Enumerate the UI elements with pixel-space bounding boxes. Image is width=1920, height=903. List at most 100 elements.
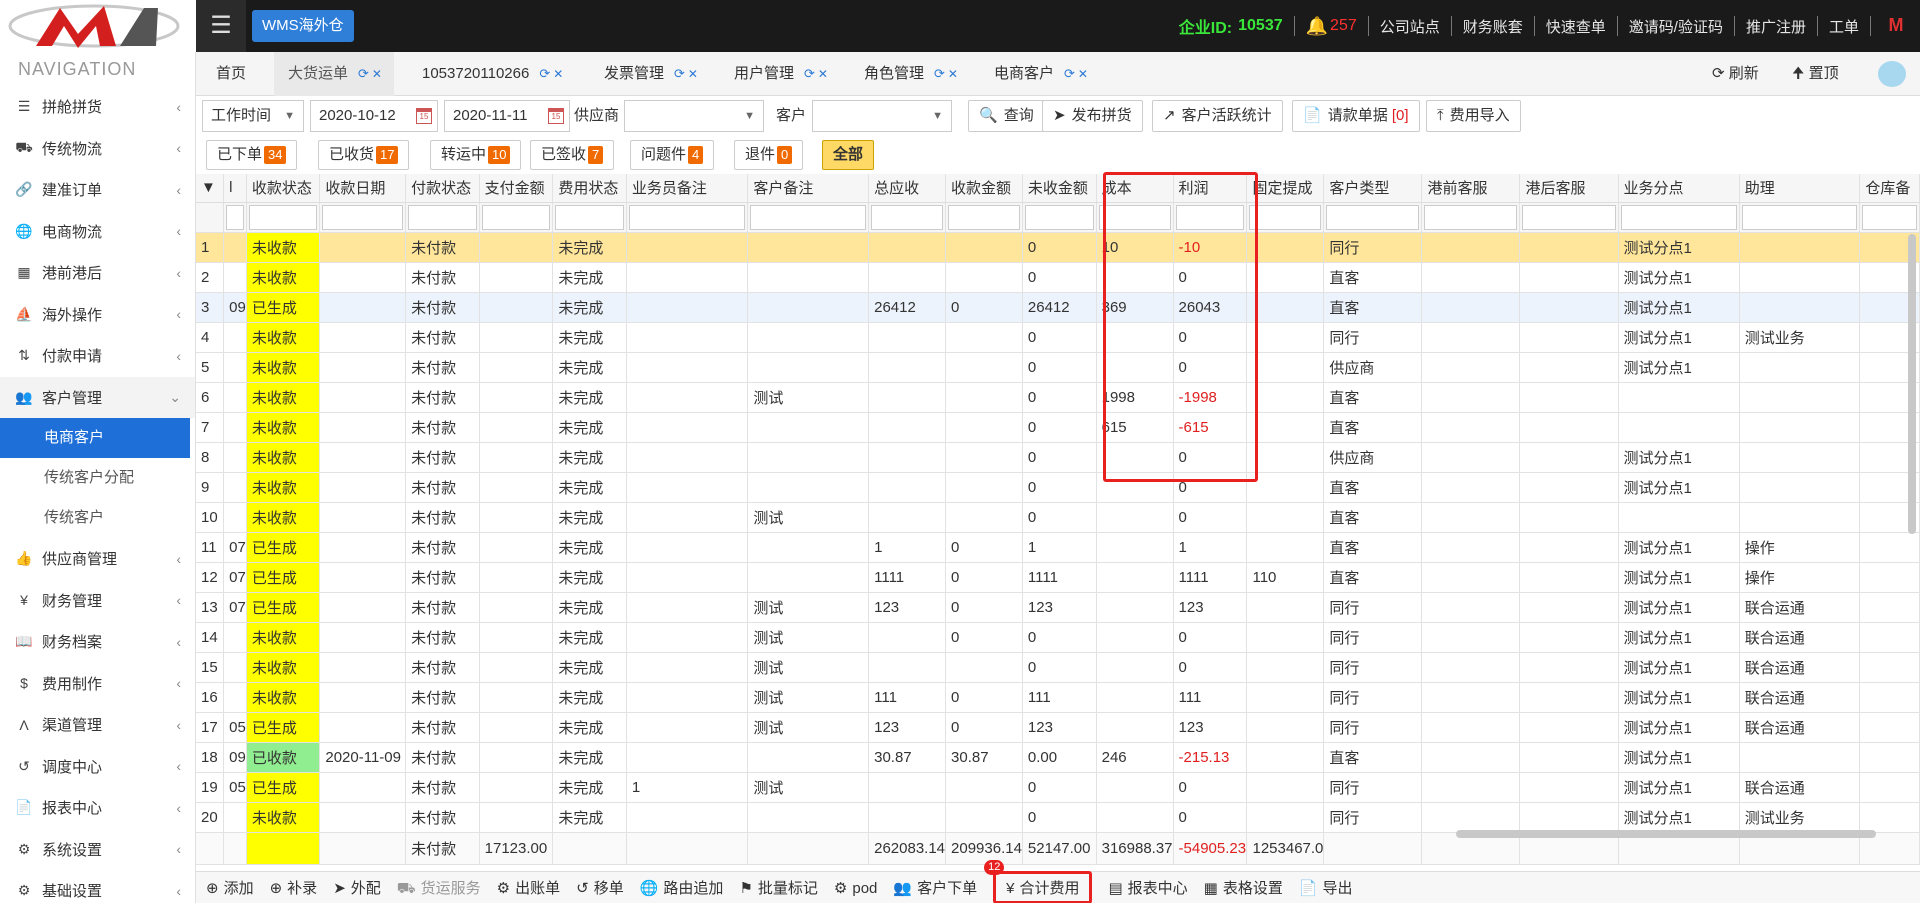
customer-activity-button[interactable]: ↗ 客户活跃统计 — [1152, 100, 1283, 132]
refresh-icon[interactable]: ⟳ — [804, 66, 815, 81]
column-filter-input[interactable] — [1862, 204, 1917, 230]
column-filter-input[interactable] — [1175, 204, 1245, 230]
table-row[interactable]: 1 未收款 未付款 未完成 0 10 -10 同行 测试分点1 — [196, 232, 1920, 263]
table-row[interactable]: 10 未收款 未付款 未完成 测试 0 0 直客 — [196, 502, 1920, 533]
date-to-input[interactable]: 2020-11-11 15 — [444, 100, 570, 132]
column-filter-input[interactable] — [226, 204, 244, 230]
column-header[interactable]: 港后客服 — [1519, 174, 1619, 203]
table-row[interactable]: 18 09 已收款 2020-11-09 未付款 未完成 30.87 30.87 0.00 246… — [196, 742, 1920, 773]
company-site-link[interactable]: 公司站点 — [1380, 16, 1440, 37]
column-header[interactable]: 未收金额 — [1022, 174, 1097, 203]
table-row[interactable]: 15 未收款 未付款 未完成 测试 0 0 同行 测试分点1 联合运通 — [196, 652, 1920, 683]
refresh-icon[interactable]: ⟳ — [358, 66, 369, 81]
column-header[interactable]: 费用状态 — [552, 174, 627, 203]
column-filter-input[interactable] — [1098, 204, 1171, 230]
tab-waybill-detail[interactable]: 1053720110266 ⟳ ✕ — [422, 52, 563, 96]
supplier-select[interactable]: ▼ — [624, 100, 764, 132]
column-filter-input[interactable] — [1522, 204, 1616, 230]
status-ordered-button[interactable]: 已下单 34 — [206, 140, 298, 170]
wms-overseas-button[interactable]: WMS海外仓 — [252, 10, 354, 42]
notification-count[interactable]: 257 — [1330, 17, 1357, 35]
bell-icon[interactable]: 🔔 — [1306, 16, 1328, 37]
table-row[interactable]: 11 07 已生成 未付款 未完成 1 0 1 1 直客 测试分点1 操作 — [196, 532, 1920, 563]
sidebar-item-report-center[interactable]: 📄 报表中心 ‹ — [0, 787, 195, 829]
column-filter-input[interactable] — [248, 204, 318, 230]
vertical-scrollbar[interactable] — [1908, 234, 1916, 534]
table-row[interactable]: 6 未收款 未付款 未完成 测试 0 1998 -1998 直客 — [196, 382, 1920, 413]
tab-role-mgmt[interactable]: 角色管理 ⟳ ✕ — [864, 52, 958, 96]
payment-request-button[interactable]: 📄 请款单据 [0] — [1292, 100, 1420, 132]
status-all-button[interactable]: 全部 — [822, 140, 875, 170]
close-icon[interactable]: ✕ — [688, 67, 698, 81]
column-filter-input[interactable] — [1741, 204, 1858, 230]
sidebar-item-fee-making[interactable]: $ 费用制作 ‹ — [0, 663, 195, 705]
sidebar-subitem-traditional-customer[interactable]: 传统客户 — [0, 498, 195, 538]
column-filter-input[interactable] — [948, 204, 1020, 230]
customer-order-button[interactable]: 👥 客户下单 — [893, 877, 977, 898]
column-header[interactable]: 业务分点 — [1618, 174, 1740, 203]
sidebar-item-ecommerce-logistics[interactable]: 🌐 电商物流 ‹ — [0, 211, 195, 253]
sidebar-subitem-ecommerce-customer[interactable]: 电商客户 — [0, 418, 190, 458]
sidebar-item-supplier-mgmt[interactable]: 👍 供应商管理 ‹ — [0, 538, 195, 580]
route-append-button[interactable]: 🌐 路由追加 — [640, 877, 724, 898]
table-row[interactable]: 8 未收款 未付款 未完成 0 0 供应商 测试分点1 — [196, 442, 1920, 473]
refresh-tab-button[interactable]: ⟳ 刷新 — [1712, 52, 1759, 96]
column-filter-input[interactable] — [628, 204, 746, 230]
supplement-button[interactable]: ⊕ 补录 — [270, 877, 318, 898]
date-from-input[interactable]: 2020-10-12 15 — [310, 100, 438, 132]
column-header[interactable]: 收款日期 — [319, 174, 407, 203]
report-center-button[interactable]: ▤ 报表中心 — [1108, 877, 1187, 898]
status-returned-button[interactable]: 退件 0 — [734, 140, 804, 170]
table-settings-button[interactable]: ▦ 表格设置 — [1204, 877, 1283, 898]
close-icon[interactable]: ✕ — [553, 67, 563, 81]
column-filter-input[interactable] — [555, 204, 624, 230]
sidebar-item-system-settings[interactable]: ⚙ 系统设置 ‹ — [0, 829, 195, 871]
column-filter-input[interactable] — [871, 204, 944, 230]
export-button[interactable]: 📄 导出 — [1299, 877, 1353, 898]
close-icon[interactable]: ✕ — [948, 67, 958, 81]
sidebar-item-channel-mgmt[interactable]: Λ 渠道管理 ‹ — [0, 704, 195, 746]
column-header[interactable]: 总应收 — [868, 174, 947, 203]
column-filter-input[interactable] — [1620, 204, 1737, 230]
column-header[interactable]: 成本 — [1096, 174, 1174, 203]
sidebar-subitem-traditional-assign[interactable]: 传统客户分配 — [0, 458, 195, 498]
column-filter-input[interactable] — [481, 204, 551, 230]
sidebar-item-traditional-logistics[interactable]: ⛟ 传统物流 ‹ — [0, 128, 195, 170]
pod-button[interactable]: ⚙ pod — [834, 879, 877, 897]
finance-books-link[interactable]: 财务账套 — [1463, 16, 1523, 37]
freight-service-button[interactable]: ⛟ 货运服务 — [397, 877, 481, 899]
outsource-button[interactable]: ➤ 外配 — [333, 877, 381, 898]
sidebar-item-basic-settings[interactable]: ⚙ 基础设置 ‹ — [0, 870, 195, 903]
table-row[interactable]: 7 未收款 未付款 未完成 0 615 -615 直客 — [196, 412, 1920, 443]
sidebar-item-customer-mgmt[interactable]: 👥 客户管理 ⌄ — [0, 376, 195, 418]
column-header[interactable]: 固定提成 — [1246, 174, 1325, 203]
column-header[interactable]: 利润 — [1173, 174, 1248, 203]
close-icon[interactable]: ✕ — [818, 67, 828, 81]
table-row[interactable]: 3 09 已生成 未付款 未完成 26412 0 26412 369 26043 直客 测试分点1 — [196, 292, 1920, 323]
promo-register-link[interactable]: 推广注册 — [1746, 16, 1806, 37]
tab-ecommerce-customer[interactable]: 电商客户 ⟳ ✕ — [994, 52, 1088, 96]
add-button[interactable]: ⊕ 添加 — [206, 877, 254, 898]
table-row[interactable]: 4 未收款 未付款 未完成 0 0 同行 测试分点1 测试业务 — [196, 322, 1920, 353]
user-avatar-icon[interactable]: M — [1884, 15, 1908, 37]
refresh-icon[interactable]: ⟳ — [934, 66, 945, 81]
invite-code-link[interactable]: 邀请码/验证码 — [1629, 16, 1723, 37]
table-row[interactable]: 16 未收款 未付款 未完成 测试 111 0 111 111 同行 测试分点1 联合运通 — [196, 682, 1920, 713]
query-button[interactable]: 🔍 查询 — [968, 100, 1045, 132]
column-header[interactable]: 仓库备 — [1859, 174, 1920, 203]
assistant-face-icon[interactable] — [1878, 61, 1906, 87]
sidebar-item-finance-archive[interactable]: 📖 财务档案 ‹ — [0, 621, 195, 663]
sidebar-item-finance-mgmt[interactable]: ¥ 财务管理 ‹ — [0, 580, 195, 622]
column-header[interactable]: 收款状态 — [246, 174, 321, 203]
column-filter-input[interactable] — [750, 204, 867, 230]
close-icon[interactable]: ✕ — [372, 67, 382, 81]
column-header[interactable]: 客户备注 — [747, 174, 870, 203]
tab-home[interactable]: 首页 — [216, 52, 246, 96]
column-header[interactable]: 客户类型 — [1323, 174, 1423, 203]
table-row[interactable]: 2 未收款 未付款 未完成 0 0 直客 测试分点1 — [196, 262, 1920, 293]
column-header[interactable]: 港前客服 — [1421, 174, 1521, 203]
publish-pinhuo-button[interactable]: ➤ 发布拼货 — [1042, 100, 1143, 132]
column-filter-input[interactable] — [408, 204, 477, 230]
refresh-icon[interactable]: ⟳ — [1064, 66, 1075, 81]
column-header[interactable]: l — [223, 174, 247, 203]
